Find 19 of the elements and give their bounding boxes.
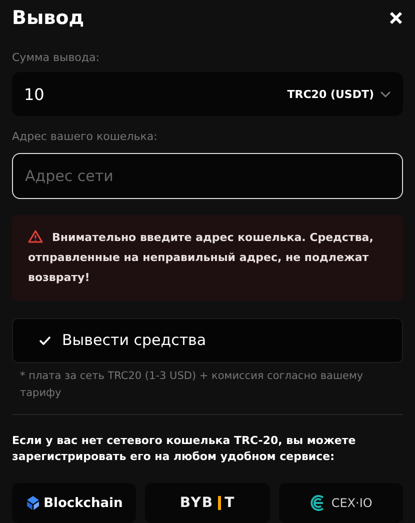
close-icon[interactable]	[389, 11, 403, 26]
service-link[interactable]: CEX·IO	[278, 483, 403, 523]
check-icon	[39, 336, 51, 345]
fee-note: * плата за сеть TRC20 (1-3 USD) + комиссия согласно вашему тарифу	[20, 369, 364, 402]
currency-select[interactable]: TRC20 (USDT)	[287, 88, 391, 101]
cube-icon	[26, 496, 40, 510]
dialog-title: Вывод	[12, 7, 84, 30]
address-field[interactable]: Адрес сети	[12, 153, 403, 199]
withdraw-button[interactable]: Вывести средства	[12, 318, 403, 364]
service-link[interactable]: BYB T	[145, 483, 270, 523]
warning-icon	[28, 230, 43, 243]
service-link[interactable]: Blockchain	[12, 483, 136, 523]
chevron-down-icon	[380, 90, 391, 98]
info-text: Если у вас нет сетевого кошелька TRC-20, вы можете зарегистрировать его на любом удобном сервисе:	[12, 433, 357, 465]
field-label: Сумма вывода:	[12, 50, 100, 64]
warning-text: Внимательно введите адрес кошелька. Средства, отправленные на неправильный адрес, не подлежат возврату!	[28, 228, 374, 286]
field-label: Адрес вашего кошелька:	[12, 130, 158, 144]
bar-icon	[218, 496, 221, 510]
amount-field[interactable]: 10 TRC20 (USDT)	[12, 72, 403, 116]
